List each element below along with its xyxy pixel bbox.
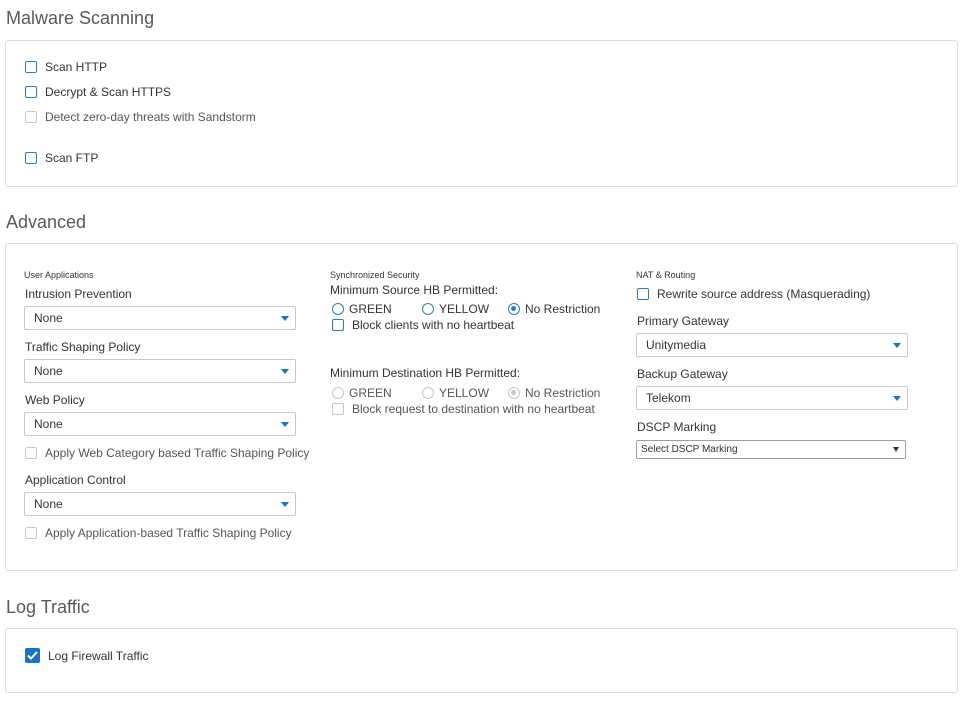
malware-scanning-title: Malware Scanning <box>6 8 155 28</box>
app-shaping-label: Apply Application-based Traffic Shaping … <box>45 526 292 540</box>
app-shaping-row: Apply Application-based Traffic Shaping … <box>25 526 292 540</box>
backup-gateway-value: Telekom <box>646 391 691 405</box>
advanced-panel: User Applications Intrusion Prevention N… <box>5 243 958 571</box>
scan-http-label: Scan HTTP <box>45 60 108 74</box>
intrusion-prevention-label: Intrusion Prevention <box>25 287 132 301</box>
min-dest-hb-radio-group: GREEN YELLOW No Restriction <box>332 386 600 400</box>
min-dest-hb-label: Minimum Destination HB Permitted: <box>330 366 521 380</box>
chevron-down-icon <box>281 422 289 427</box>
dest-no-restriction-radio: No Restriction <box>508 386 600 400</box>
web-policy-select[interactable]: None <box>24 412 296 436</box>
radio-selected-icon[interactable] <box>508 303 520 315</box>
decrypt-scan-https-row[interactable]: Decrypt & Scan HTTPS <box>25 85 171 99</box>
scan-http-checkbox[interactable] <box>25 61 37 73</box>
traffic-shaping-select[interactable]: None <box>24 359 296 383</box>
rewrite-source-row[interactable]: Rewrite source address (Masquerading) <box>637 287 870 301</box>
log-traffic-title: Log Traffic <box>6 597 90 617</box>
app-shaping-checkbox <box>25 527 37 539</box>
traffic-shaping-label: Traffic Shaping Policy <box>25 340 141 354</box>
radio-circle-icon <box>422 387 434 399</box>
malware-scanning-panel: Scan HTTP Decrypt & Scan HTTPS Detect ze… <box>5 40 958 187</box>
chevron-down-icon <box>281 316 289 321</box>
sandstorm-checkbox <box>25 111 37 123</box>
min-source-hb-label: Minimum Source HB Permitted: <box>330 283 499 297</box>
min-source-hb-radio-group: GREEN YELLOW No Restriction <box>332 302 600 316</box>
log-firewall-row[interactable]: Log Firewall Traffic <box>25 648 148 663</box>
chevron-down-icon <box>281 502 289 507</box>
block-clients-label: Block clients with no heartbeat <box>352 318 515 332</box>
advanced-title: Advanced <box>6 212 87 232</box>
sandstorm-label: Detect zero-day threats with Sandstorm <box>45 110 256 124</box>
source-yellow-radio[interactable]: YELLOW <box>422 302 508 316</box>
chevron-down-icon <box>893 343 901 348</box>
backup-gateway-label: Backup Gateway <box>637 367 728 381</box>
rewrite-source-label: Rewrite source address (Masquerading) <box>657 287 871 301</box>
web-category-shaping-row: Apply Web Category based Traffic Shaping… <box>25 446 309 460</box>
scan-ftp-label: Scan FTP <box>45 151 99 165</box>
block-clients-checkbox[interactable] <box>332 319 344 331</box>
web-policy-value: None <box>34 417 63 431</box>
chevron-down-icon <box>893 396 901 401</box>
scan-ftp-checkbox[interactable] <box>25 152 37 164</box>
radio-selected-icon <box>508 387 520 399</box>
checkmark-icon <box>27 651 38 660</box>
block-request-row: Block request to destination with no hea… <box>332 402 595 416</box>
radio-circle-icon <box>332 387 344 399</box>
block-clients-row[interactable]: Block clients with no heartbeat <box>332 318 514 332</box>
log-traffic-panel: Log Firewall Traffic <box>5 628 958 693</box>
dscp-marking-value: Select DSCP Marking <box>641 444 738 455</box>
intrusion-prevention-value: None <box>34 311 63 325</box>
dscp-marking-select[interactable]: Select DSCP Marking <box>636 440 906 459</box>
nat-routing-heading: NAT & Routing <box>636 270 696 280</box>
application-control-label: Application Control <box>25 473 126 487</box>
intrusion-prevention-select[interactable]: None <box>24 306 296 330</box>
block-request-checkbox <box>332 403 344 415</box>
web-category-shaping-label: Apply Web Category based Traffic Shaping… <box>45 446 310 460</box>
synchronized-security-heading: Synchronized Security <box>330 270 420 280</box>
backup-gateway-select[interactable]: Telekom <box>636 386 908 410</box>
log-firewall-label: Log Firewall Traffic <box>48 648 149 663</box>
dscp-marking-label: DSCP Marking <box>637 420 717 434</box>
chevron-down-icon <box>893 447 899 452</box>
chevron-down-icon <box>281 369 289 374</box>
decrypt-scan-https-checkbox[interactable] <box>25 86 37 98</box>
sandstorm-row: Detect zero-day threats with Sandstorm <box>25 110 256 124</box>
primary-gateway-value: Unitymedia <box>646 338 707 352</box>
primary-gateway-label: Primary Gateway <box>637 314 730 328</box>
decrypt-scan-https-label: Decrypt & Scan HTTPS <box>45 85 172 99</box>
log-firewall-checkbox[interactable] <box>25 648 40 663</box>
source-no-restriction-radio[interactable]: No Restriction <box>508 302 600 316</box>
source-green-radio[interactable]: GREEN <box>332 302 422 316</box>
dest-green-radio: GREEN <box>332 386 422 400</box>
primary-gateway-select[interactable]: Unitymedia <box>636 333 908 357</box>
scan-http-row[interactable]: Scan HTTP <box>25 60 107 74</box>
block-request-label: Block request to destination with no hea… <box>352 402 595 416</box>
web-policy-label: Web Policy <box>25 393 85 407</box>
application-control-select[interactable]: None <box>24 492 296 516</box>
user-applications-heading: User Applications <box>24 270 94 280</box>
radio-circle-icon[interactable] <box>422 303 434 315</box>
traffic-shaping-value: None <box>34 364 63 378</box>
scan-ftp-row[interactable]: Scan FTP <box>25 151 98 165</box>
radio-circle-icon[interactable] <box>332 303 344 315</box>
rewrite-source-checkbox[interactable] <box>637 288 649 300</box>
dest-yellow-radio: YELLOW <box>422 386 508 400</box>
application-control-value: None <box>34 497 63 511</box>
web-category-shaping-checkbox <box>25 447 37 459</box>
